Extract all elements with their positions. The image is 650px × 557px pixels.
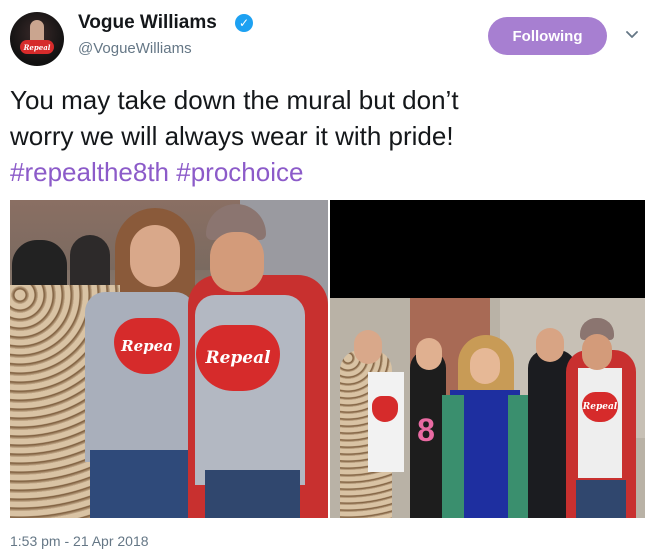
shirt-text: Repeal	[205, 348, 271, 368]
tweet-photo-left[interactable]: Repea Repeal	[10, 200, 328, 518]
following-button[interactable]: Following	[488, 17, 607, 55]
person-green-coat	[508, 395, 530, 518]
black-bar	[330, 200, 645, 298]
user-handle[interactable]: @VogueWilliams	[78, 40, 192, 57]
number-text: 8	[417, 411, 435, 448]
shirt-text: Repeal	[582, 402, 618, 412]
person-face	[470, 348, 500, 384]
person-face	[536, 328, 564, 362]
tweet-photo-right[interactable]: 8 Repeal	[330, 200, 645, 518]
hashtag-prochoice[interactable]: #prochoice	[176, 157, 303, 187]
person-face	[354, 330, 382, 364]
heart-logo: Repeal	[582, 392, 618, 422]
person-white-top	[368, 372, 404, 472]
heart-logo	[372, 396, 398, 422]
woman-face	[130, 225, 180, 287]
tweet-timestamp[interactable]: 1:53 pm - 21 Apr 2018	[10, 533, 149, 549]
man-face	[210, 232, 264, 292]
chevron-down-icon[interactable]	[624, 26, 640, 42]
avatar-logo: Repeal	[20, 40, 54, 54]
tweet-line-2: worry we will always wear it with pride!	[10, 121, 454, 151]
man-jeans	[205, 470, 300, 518]
person-face	[582, 334, 612, 370]
person-face	[416, 338, 442, 370]
woman-jeans	[90, 450, 190, 518]
shirt-text: Repea	[121, 337, 173, 355]
tweet-line-1: You may take down the mural but don’t	[10, 85, 459, 115]
heart-logo: Repeal	[196, 325, 280, 391]
avatar[interactable]: Repeal	[10, 12, 64, 66]
hashtag-repealthe8th[interactable]: #repealthe8th	[10, 157, 169, 187]
display-name[interactable]: Vogue Williams	[78, 12, 217, 34]
tweet-text: You may take down the mural but don’t wo…	[10, 82, 630, 190]
person-green-coat	[442, 395, 464, 518]
number-eight: 8	[414, 410, 438, 450]
person-jeans	[576, 480, 626, 518]
verified-badge-icon: ✓	[235, 14, 253, 32]
person-white-top	[578, 368, 622, 478]
